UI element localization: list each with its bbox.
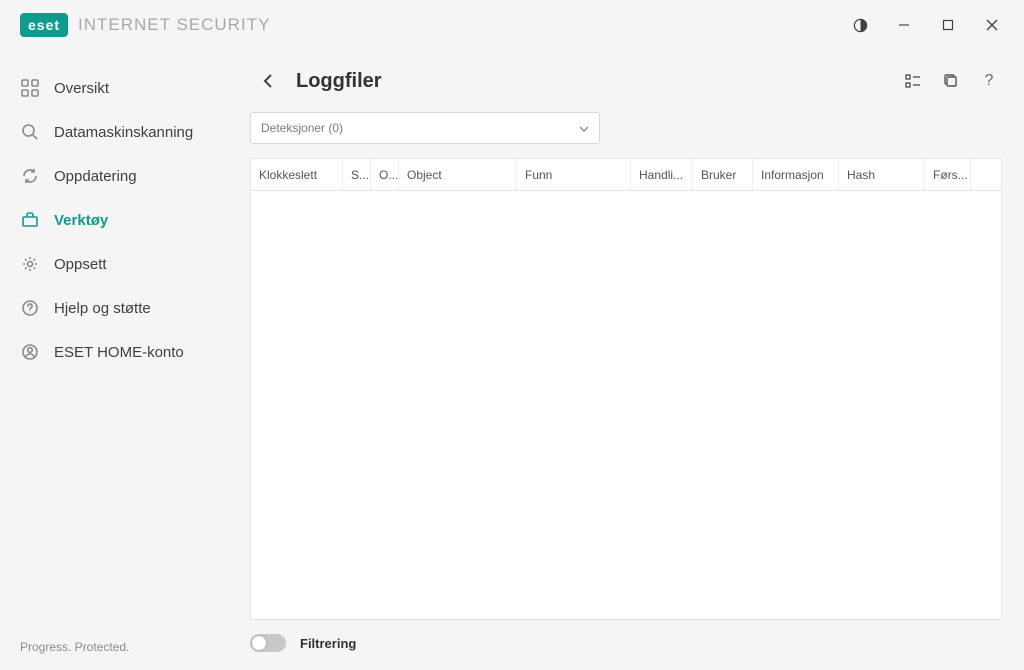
sidebar-item-label: Hjelp og støtte bbox=[54, 300, 151, 317]
briefcase-icon bbox=[20, 210, 40, 230]
header-actions: ? bbox=[900, 68, 1002, 94]
filter-label: Filtrering bbox=[300, 636, 356, 651]
user-icon bbox=[20, 342, 40, 362]
sidebar-item-setup[interactable]: Oppsett bbox=[0, 242, 250, 286]
help-icon bbox=[20, 298, 40, 318]
back-button[interactable] bbox=[256, 69, 280, 93]
content-area: Loggfiler ? Deteksjoner (0) KlokkeslettS… bbox=[250, 50, 1024, 670]
sidebar-item-update[interactable]: Oppdatering bbox=[0, 154, 250, 198]
sidebar-item-label: Oppsett bbox=[54, 256, 107, 273]
dashboard-icon bbox=[20, 78, 40, 98]
maximize-button[interactable] bbox=[928, 9, 968, 41]
log-table: KlokkeslettS...O...ObjectFunnHandli...Br… bbox=[250, 158, 1002, 620]
copy-icon[interactable] bbox=[938, 68, 964, 94]
app-logo: eset INTERNET SECURITY bbox=[20, 13, 270, 37]
window-controls bbox=[840, 9, 1012, 41]
table-header-cell[interactable]: Object bbox=[399, 159, 517, 190]
refresh-icon bbox=[20, 166, 40, 186]
list-view-icon[interactable] bbox=[900, 68, 926, 94]
product-name: INTERNET SECURITY bbox=[78, 15, 270, 35]
table-header-cell[interactable]: Førs... bbox=[925, 159, 971, 190]
filter-toggle[interactable] bbox=[250, 634, 286, 652]
sidebar-item-help[interactable]: Hjelp og støtte bbox=[0, 286, 250, 330]
brand-badge: eset bbox=[20, 13, 68, 37]
search-icon bbox=[20, 122, 40, 142]
sidebar: Oversikt Datamaskinskanning Oppdatering … bbox=[0, 50, 250, 670]
sidebar-item-label: Verktøy bbox=[54, 212, 108, 229]
sidebar-item-label: Oversikt bbox=[54, 80, 109, 97]
table-header-cell[interactable]: Funn bbox=[517, 159, 631, 190]
table-header-cell[interactable]: Informasjon bbox=[753, 159, 839, 190]
sidebar-item-label: ESET HOME-konto bbox=[54, 344, 184, 361]
table-header-cell[interactable]: O... bbox=[371, 159, 399, 190]
contrast-icon[interactable] bbox=[840, 9, 880, 41]
content-header: Loggfiler ? bbox=[250, 68, 1002, 94]
sidebar-item-scan[interactable]: Datamaskinskanning bbox=[0, 110, 250, 154]
page-title: Loggfiler bbox=[296, 70, 382, 93]
table-header-cell[interactable]: Handli... bbox=[631, 159, 693, 190]
table-body-empty bbox=[251, 191, 1001, 619]
sidebar-footer-tagline: Progress. Protected. bbox=[0, 640, 250, 670]
table-header-row: KlokkeslettS...O...ObjectFunnHandli...Br… bbox=[251, 159, 1001, 191]
dropdown-selected-value: Deteksjoner (0) bbox=[261, 121, 343, 135]
filter-row: Filtrering bbox=[250, 620, 1002, 658]
close-button[interactable] bbox=[972, 9, 1012, 41]
help-icon[interactable]: ? bbox=[976, 68, 1002, 94]
sidebar-item-label: Datamaskinskanning bbox=[54, 124, 193, 141]
table-header-cell[interactable] bbox=[971, 159, 1001, 190]
title-bar: eset INTERNET SECURITY bbox=[0, 0, 1024, 50]
log-type-dropdown[interactable]: Deteksjoner (0) bbox=[250, 112, 600, 144]
nav-list: Oversikt Datamaskinskanning Oppdatering … bbox=[0, 66, 250, 374]
table-header-cell[interactable]: Hash bbox=[839, 159, 925, 190]
sidebar-item-account[interactable]: ESET HOME-konto bbox=[0, 330, 250, 374]
minimize-button[interactable] bbox=[884, 9, 924, 41]
brand-text: eset bbox=[28, 17, 60, 33]
table-header-cell[interactable]: Bruker bbox=[693, 159, 753, 190]
sidebar-item-tools[interactable]: Verktøy bbox=[0, 198, 250, 242]
chevron-down-icon bbox=[579, 121, 589, 135]
sidebar-item-overview[interactable]: Oversikt bbox=[0, 66, 250, 110]
table-header-cell[interactable]: Klokkeslett bbox=[251, 159, 343, 190]
sidebar-item-label: Oppdatering bbox=[54, 168, 137, 185]
gear-icon bbox=[20, 254, 40, 274]
table-header-cell[interactable]: S... bbox=[343, 159, 371, 190]
